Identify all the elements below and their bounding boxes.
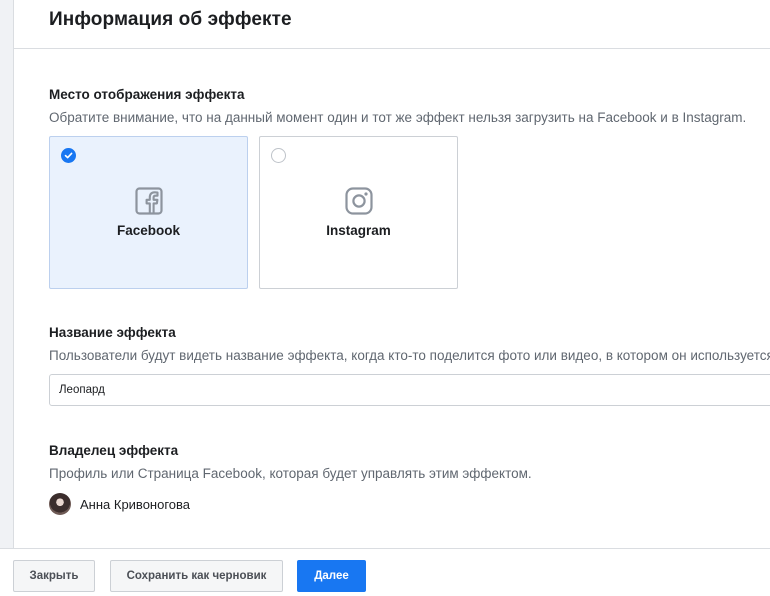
- effect-name-input[interactable]: [49, 374, 770, 406]
- radio-checked-icon[interactable]: [61, 148, 76, 163]
- effect-info-dialog: Информация об эффекте Место отображения …: [0, 0, 770, 596]
- save-draft-button[interactable]: Сохранить как черновик: [110, 560, 283, 592]
- placement-title: Место отображения эффекта: [49, 87, 245, 102]
- platform-label-instagram: Instagram: [326, 223, 391, 238]
- owner-description: Профиль или Страница Facebook, которая б…: [49, 466, 532, 481]
- dialog-header: Информация об эффекте: [14, 0, 770, 49]
- dialog-footer: Закрыть Сохранить как черновик Далее: [0, 548, 770, 596]
- next-button[interactable]: Далее: [297, 560, 366, 592]
- dialog-title: Информация об эффекте: [49, 9, 292, 30]
- effect-name-title: Название эффекта: [49, 325, 176, 340]
- owner-profile: Анна Кривоногова: [49, 493, 190, 515]
- radio-unchecked-icon[interactable]: [271, 148, 286, 163]
- platform-option-instagram[interactable]: Instagram: [259, 136, 458, 289]
- close-button[interactable]: Закрыть: [13, 560, 95, 592]
- left-rail: [0, 0, 14, 548]
- platform-option-facebook[interactable]: Facebook: [49, 136, 248, 289]
- owner-name: Анна Кривоногова: [80, 496, 191, 512]
- owner-title: Владелец эффекта: [49, 443, 179, 458]
- instagram-icon: [345, 187, 373, 215]
- placement-description: Обратите внимание, что на данный момент …: [49, 110, 747, 125]
- platform-label-facebook: Facebook: [116, 223, 181, 238]
- effect-name-description: Пользователи будут видеть название эффек…: [49, 348, 770, 363]
- facebook-icon: [135, 187, 163, 215]
- avatar: [49, 493, 71, 515]
